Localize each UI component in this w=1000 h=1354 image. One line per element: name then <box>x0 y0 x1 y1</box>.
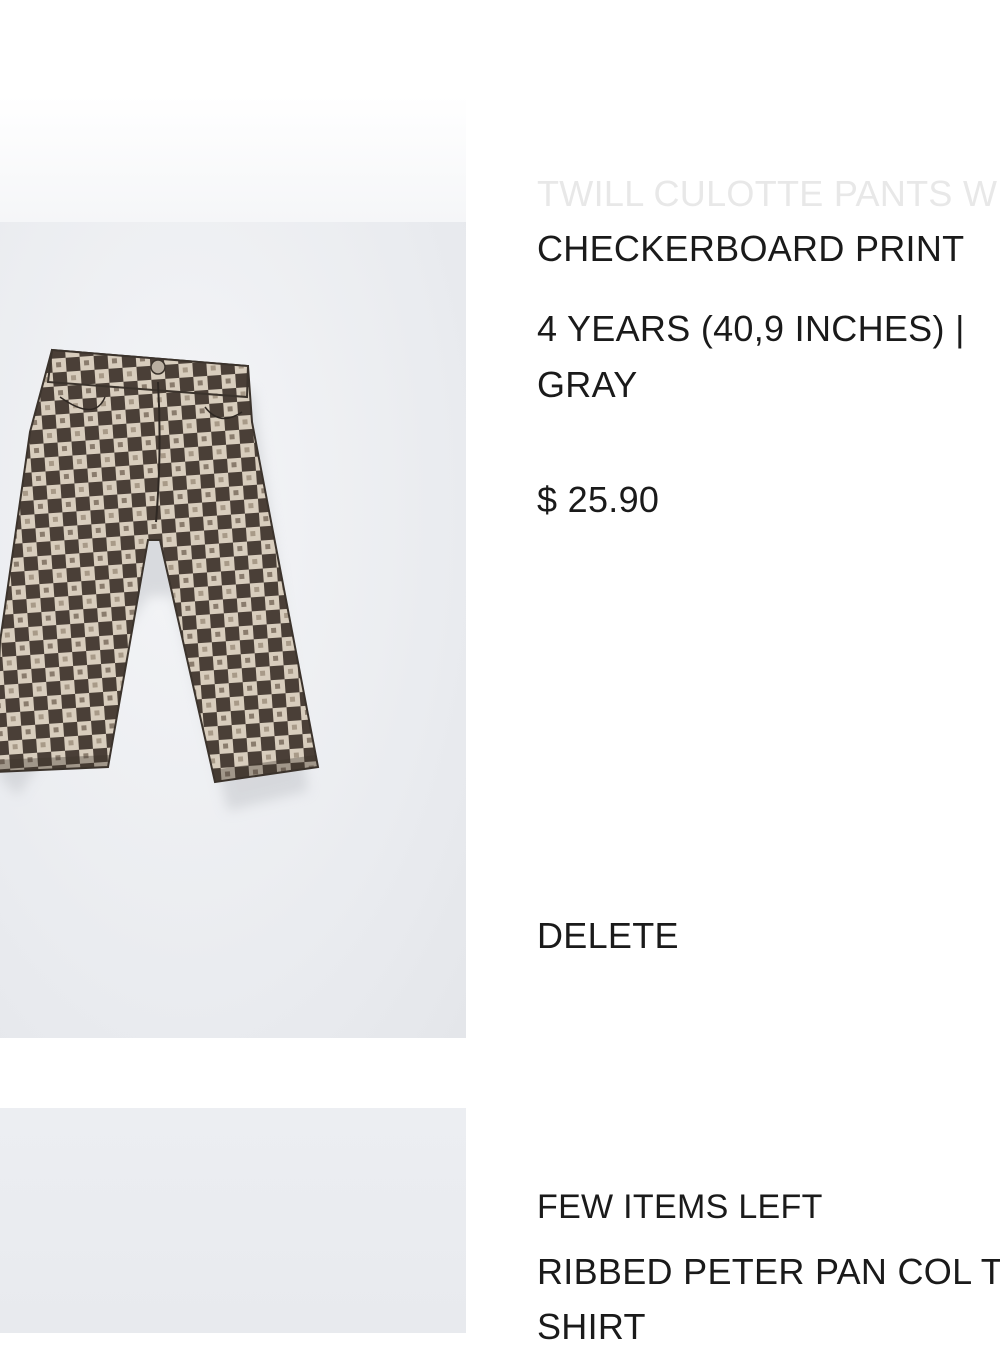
product-title-2[interactable]: RIBBED PETER PAN COL T-SHIRT <box>537 1244 1000 1354</box>
delete-button[interactable]: DELETE <box>537 918 679 954</box>
product-image-pants[interactable] <box>0 222 466 1038</box>
product-title[interactable]: CHECKERBOARD PRINT <box>537 231 964 267</box>
product-image-top-fade <box>0 95 466 222</box>
stock-status: FEW ITEMS LEFT <box>537 1188 823 1226</box>
product-price: $ 25.90 <box>537 479 660 520</box>
product-size-color: 4 YEARS (40,9 INCHES) | GRAY <box>537 308 965 405</box>
checkerboard-pants-illustration <box>0 348 320 811</box>
product-title-faded: TWILL CULOTTE PANTS W <box>537 173 998 214</box>
product-image-tshirt[interactable] <box>0 1108 466 1333</box>
